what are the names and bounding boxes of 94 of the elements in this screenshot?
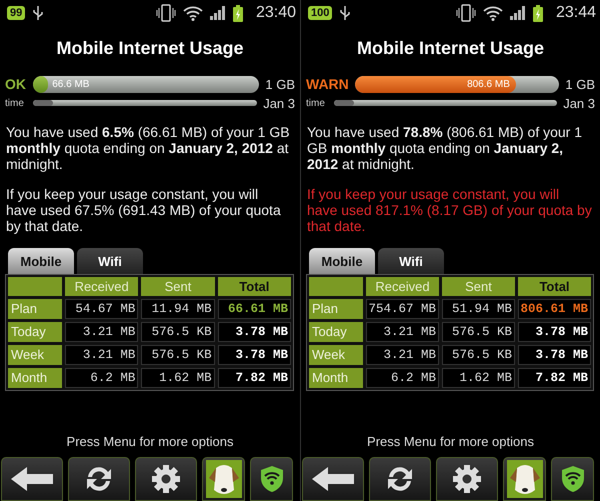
table-cell: 3.78 MB (518, 345, 591, 365)
signal-icon (210, 6, 226, 20)
table-cell: 3.21 MB (366, 322, 439, 342)
table-cell: 3.78 MB (218, 345, 291, 365)
time-label: time (5, 98, 25, 108)
table-cell: 1.62 MB (141, 368, 215, 388)
usage-summary: You have used 78.8% (806.61 MB) of your 1 GB monthly quota ending on January 2, 2012 at midnight. (307, 124, 584, 172)
table-cell: 3.78 MB (218, 322, 291, 342)
table-cell: 6.2 MB (366, 368, 439, 388)
row-label: Week (8, 345, 62, 365)
end-date: Jan 3 (263, 96, 295, 110)
table-cell: 66.61 MB (218, 299, 291, 319)
table-cell: 51.94 MB (442, 299, 515, 319)
settings-icon (151, 464, 181, 494)
wifi-icon (482, 5, 503, 21)
limit-label: 1 GB (265, 76, 295, 92)
table-cell: 3.21 MB (65, 322, 138, 342)
usage-amount: 806.6 MB (467, 78, 510, 90)
table-cell: 54.67 MB (65, 299, 138, 319)
table-cell: 576.5 KB (442, 345, 515, 365)
usage-projection: If you keep your usage constant, you will have used 67.5% (691.43 MB) of your quota by that date. (6, 186, 282, 234)
app-button[interactable] (202, 457, 245, 501)
settings-icon (452, 464, 482, 494)
row-label: Today (309, 322, 363, 342)
shield-button[interactable] (250, 457, 293, 501)
status-label: OK (5, 76, 27, 92)
table-cell: 7.82 MB (518, 368, 591, 388)
column-header: Total (218, 277, 291, 296)
usb-icon (32, 5, 44, 21)
vibrate-icon (456, 4, 476, 22)
usb-icon (339, 5, 352, 21)
header-corner-cell (309, 277, 363, 296)
tab[interactable]: Mobile (8, 248, 74, 274)
refresh-button[interactable] (369, 457, 431, 501)
app-title: Mobile Internet Usage (356, 38, 546, 59)
battery-charging-icon (232, 4, 243, 22)
tab[interactable]: Wifi (77, 248, 143, 274)
table-cell: 6.2 MB (65, 368, 138, 388)
settings-button[interactable] (436, 457, 498, 501)
row-label: Plan (8, 299, 62, 319)
column-header: Total (518, 277, 591, 296)
battery-badge: 99 (7, 6, 26, 20)
table-cell: 754.67 MB (366, 299, 439, 319)
row-label: Today (8, 322, 62, 342)
table-cell: 576.5 KB (141, 345, 215, 365)
table-cell: 576.5 KB (141, 322, 215, 342)
dog-icon (506, 460, 542, 498)
table-cell: 3.21 MB (366, 345, 439, 365)
refresh-button[interactable] (68, 457, 130, 501)
usage-amount: 66.6 MB (52, 78, 90, 90)
settings-button[interactable] (135, 457, 197, 501)
clock: 23:44 (556, 4, 596, 22)
wifi-icon (182, 5, 203, 21)
shield-wifi-icon (258, 465, 284, 493)
back-button[interactable] (302, 457, 364, 501)
table-cell: 7.82 MB (218, 368, 291, 388)
header-corner-cell (8, 277, 62, 296)
end-date: Jan 3 (563, 96, 595, 110)
clock: 23:40 (256, 4, 296, 22)
time-label: time (306, 98, 326, 108)
table-cell: 11.94 MB (141, 299, 215, 319)
dog-icon (206, 460, 242, 498)
row-label: Plan (309, 299, 363, 319)
usage-summary: You have used 6.5% (66.61 MB) of your 1 GB monthly quota ending on January 2, 2012 at midnight. (6, 124, 291, 172)
left-arrow-icon (310, 466, 356, 492)
tab[interactable]: Wifi (378, 248, 444, 274)
app-button[interactable] (503, 457, 546, 501)
status-label: WARN (306, 76, 349, 92)
table-cell: 806.61 MB (518, 299, 591, 319)
left-arrow-icon (9, 466, 55, 492)
vibrate-icon (156, 4, 176, 22)
column-header: Received (65, 277, 138, 296)
column-header: Received (366, 277, 439, 296)
table-cell: 3.21 MB (65, 345, 138, 365)
column-header: Sent (141, 277, 215, 296)
usage-projection: If you keep your usage constant, you will have used 817.1% (8.17 GB) of your quota by that date. (307, 186, 592, 234)
signal-icon (510, 6, 526, 20)
column-header: Sent (442, 277, 515, 296)
back-button[interactable] (1, 457, 63, 501)
table-cell: 1.62 MB (442, 368, 515, 388)
battery-badge: 100 (308, 6, 332, 20)
menu-hint: Press Menu for more options (366, 434, 535, 449)
battery-charging-icon (532, 4, 543, 22)
menu-hint: Press Menu for more options (66, 434, 234, 449)
app-title: Mobile Internet Usage (55, 38, 245, 59)
shield-button[interactable] (551, 457, 594, 501)
row-label: Month (309, 368, 363, 388)
table-cell: 3.78 MB (518, 322, 591, 342)
row-label: Week (309, 345, 363, 365)
limit-label: 1 GB (565, 76, 595, 92)
row-label: Month (8, 368, 62, 388)
tab[interactable]: Mobile (309, 248, 375, 274)
shield-wifi-icon (560, 465, 586, 493)
table-cell: 576.5 KB (442, 322, 515, 342)
